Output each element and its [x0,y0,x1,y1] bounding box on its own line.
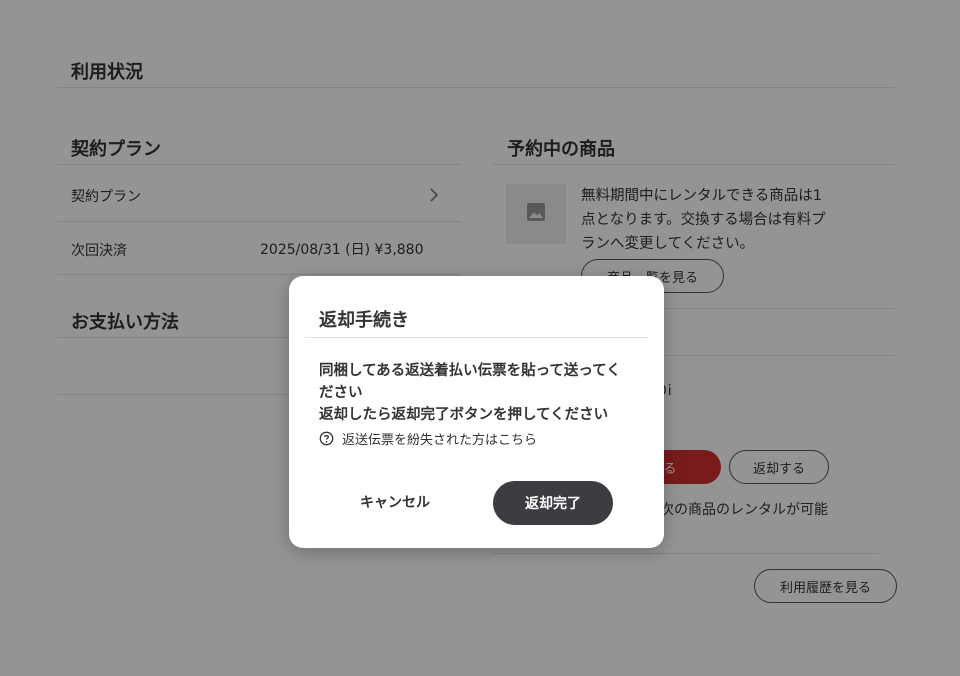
message-line: 同梱してある返送着払い伝票を貼って送ってく [319,363,621,379]
message-line: ださい [319,385,363,401]
page: 利用状況 契約プラン 契約プラン 次回決済 2025/08/31 (日) ¥3,… [0,0,960,676]
lost-slip-link-label: 返送伝票を紛失された方はこちら [342,433,538,448]
divider [305,337,648,338]
lost-slip-link[interactable]: 返送伝票を紛失された方はこちら [319,429,537,448]
return-complete-button[interactable]: 返却完了 [493,481,613,525]
help-circle-icon [319,431,334,446]
return-dialog: 返却手続き 同梱してある返送着払い伝票を貼って送ってく ださい 返却したら返却完… [289,276,664,548]
dialog-title: 返却手続き [319,310,409,331]
message-line: 返却したら返却完了ボタンを押してください [319,407,609,423]
dialog-message: 同梱してある返送着払い伝票を貼って送ってく ださい 返却したら返却完了ボタンを押… [319,360,639,426]
cancel-button[interactable]: キャンセル [345,482,445,522]
